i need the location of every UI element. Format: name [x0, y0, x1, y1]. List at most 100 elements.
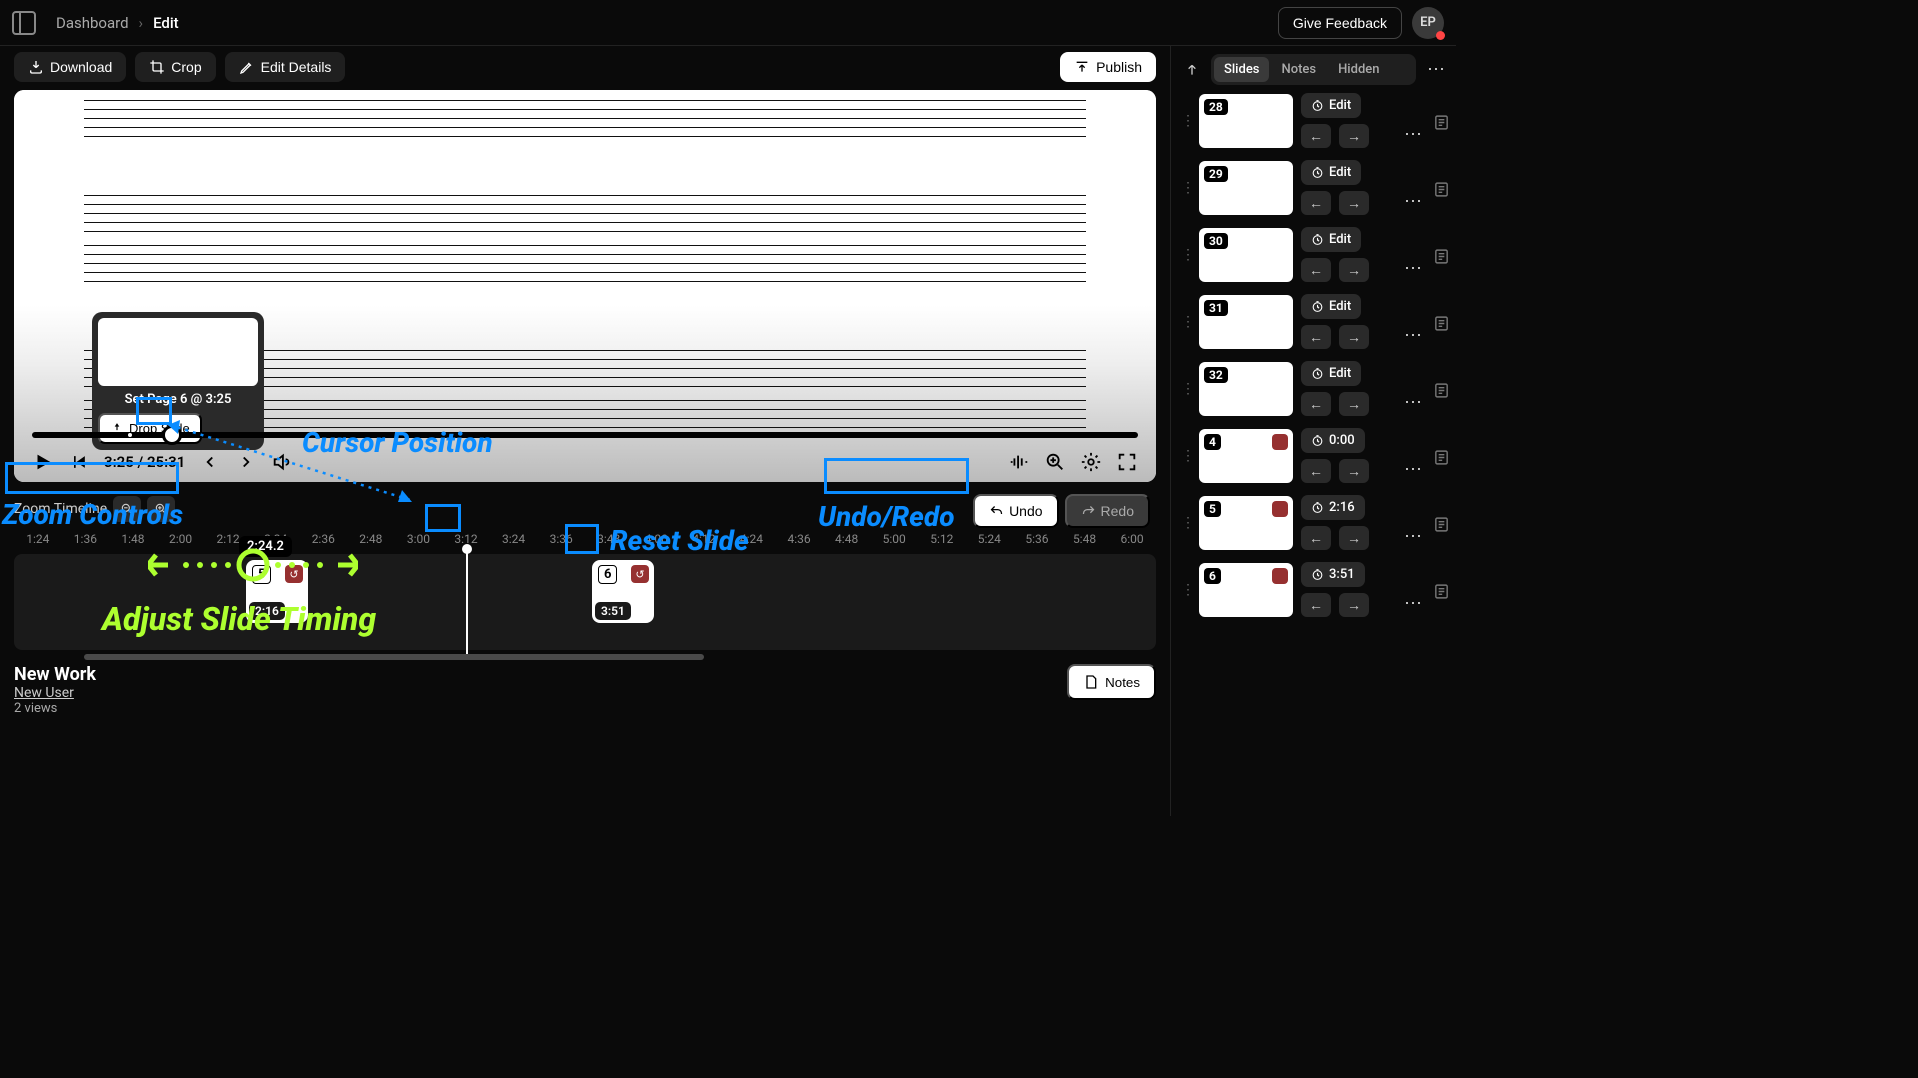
slide-more-button[interactable]: ⋯ [1404, 258, 1422, 282]
slide-number-badge: 6 [598, 565, 617, 584]
next-button[interactable] [235, 451, 257, 473]
note-icon[interactable] [1430, 244, 1452, 265]
zoom-in-button[interactable] [147, 496, 175, 522]
slide-prev-button[interactable]: ← [1301, 593, 1331, 617]
work-user-link[interactable]: New User [14, 685, 96, 701]
drop-slide-label: Set Page 6 @ 3:25 [98, 392, 258, 407]
note-icon[interactable] [1430, 177, 1452, 198]
fullscreen-icon[interactable] [1116, 451, 1138, 473]
slide-prev-button[interactable]: ← [1301, 325, 1331, 349]
tab-hidden[interactable]: Hidden [1328, 57, 1389, 82]
drag-handle-icon[interactable]: ⋮⋮ [1181, 582, 1191, 598]
drag-handle-icon[interactable]: ⋮⋮ [1181, 515, 1191, 531]
note-icon[interactable] [1430, 445, 1452, 466]
ruler-tick: 6:00 [1108, 532, 1156, 550]
play-button[interactable] [32, 451, 54, 473]
timeline-scrollbar[interactable] [84, 654, 704, 660]
slide-next-button[interactable]: → [1339, 593, 1369, 617]
ruler-tick: 1:48 [109, 532, 157, 550]
drag-handle-icon[interactable]: ⋮⋮ [1181, 381, 1191, 397]
scroll-up-button[interactable] [1181, 59, 1203, 81]
progress-bar[interactable] [32, 432, 1138, 438]
slide-more-button[interactable]: ⋯ [1404, 392, 1422, 416]
slide-prev-button[interactable]: ← [1301, 526, 1331, 550]
slide-edit-button[interactable]: Edit [1301, 294, 1361, 319]
tab-slides[interactable]: Slides [1214, 57, 1269, 82]
slide-next-button[interactable]: → [1339, 526, 1369, 550]
slide-next-button[interactable]: → [1339, 392, 1369, 416]
slide-thumbnail[interactable]: 6 [1199, 563, 1293, 617]
reset-slide-button[interactable]: ↺ [285, 565, 303, 583]
slide-next-button[interactable]: → [1339, 459, 1369, 483]
edit-details-button[interactable]: Edit Details [225, 52, 346, 82]
drag-handle-icon[interactable]: ⋮⋮ [1181, 448, 1191, 464]
zoom-out-button[interactable] [113, 496, 141, 522]
slide-edit-button[interactable]: Edit [1301, 160, 1361, 185]
slide-more-button[interactable]: ⋯ [1404, 593, 1422, 617]
timeline-cursor[interactable] [466, 548, 468, 660]
slide-more-button[interactable]: ⋯ [1404, 459, 1422, 483]
user-avatar[interactable]: EP [1412, 7, 1444, 39]
slide-next-button[interactable]: → [1339, 191, 1369, 215]
slide-thumbnail[interactable]: 28 [1199, 94, 1293, 148]
note-icon[interactable] [1430, 579, 1452, 600]
slide-more-button[interactable]: ⋯ [1404, 191, 1422, 215]
slide-prev-button[interactable]: ← [1301, 124, 1331, 148]
drag-handle-icon[interactable]: ⋮⋮ [1181, 113, 1191, 129]
panel-toggle-icon[interactable] [12, 11, 36, 35]
ruler-tick: 1:36 [62, 532, 110, 550]
give-feedback-button[interactable]: Give Feedback [1278, 7, 1402, 39]
redo-button[interactable]: Redo [1065, 494, 1150, 528]
breadcrumb-root[interactable]: Dashboard [56, 14, 129, 32]
drag-handle-icon[interactable]: ⋮⋮ [1181, 180, 1191, 196]
slide-edit-button[interactable]: 2:16 [1301, 495, 1365, 520]
slide-thumbnail[interactable]: 5 [1199, 496, 1293, 550]
note-icon[interactable] [1430, 378, 1452, 399]
skip-start-button[interactable] [68, 451, 90, 473]
crop-icon [149, 59, 165, 75]
prev-button[interactable] [199, 451, 221, 473]
reset-slide-button[interactable]: ↺ [631, 565, 649, 583]
slide-prev-button[interactable]: ← [1301, 258, 1331, 282]
slide-thumbnail[interactable]: 4 [1199, 429, 1293, 483]
download-button[interactable]: Download [14, 52, 126, 82]
slide-more-button[interactable]: ⋯ [1404, 526, 1422, 550]
notes-button[interactable]: Notes [1067, 664, 1156, 700]
slide-edit-button[interactable]: Edit [1301, 93, 1361, 118]
settings-icon[interactable] [1080, 451, 1102, 473]
slide-thumbnail[interactable]: 30 [1199, 228, 1293, 282]
panel-more-button[interactable]: ⋯ [1424, 59, 1448, 80]
volume-button[interactable] [271, 451, 293, 473]
timeline-slide[interactable]: 6 ↺ 3:51 [592, 560, 654, 623]
note-icon[interactable] [1430, 512, 1452, 533]
crop-button[interactable]: Crop [135, 52, 215, 82]
tab-notes[interactable]: Notes [1271, 57, 1326, 82]
slide-edit-button[interactable]: 0:00 [1301, 428, 1365, 453]
slide-edit-button[interactable]: 3:51 [1301, 562, 1365, 587]
waveform-icon[interactable] [1008, 451, 1030, 473]
slide-thumbnail[interactable]: 29 [1199, 161, 1293, 215]
undo-button[interactable]: Undo [973, 494, 1058, 528]
slide-prev-button[interactable]: ← [1301, 392, 1331, 416]
drop-slide-button[interactable]: Drop Slide [98, 413, 202, 444]
slide-thumbnail[interactable]: 31 [1199, 295, 1293, 349]
note-icon[interactable] [1430, 110, 1452, 131]
slide-more-button[interactable]: ⋯ [1404, 124, 1422, 148]
slide-next-button[interactable]: → [1339, 258, 1369, 282]
chevron-right-icon: › [139, 14, 144, 32]
slide-prev-button[interactable]: ← [1301, 191, 1331, 215]
zoom-icon[interactable] [1044, 451, 1066, 473]
drag-handle-icon[interactable]: ⋮⋮ [1181, 314, 1191, 330]
note-icon[interactable] [1430, 311, 1452, 332]
slide-prev-button[interactable]: ← [1301, 459, 1331, 483]
slide-thumbnail[interactable]: 32 [1199, 362, 1293, 416]
publish-button[interactable]: Publish [1060, 52, 1156, 82]
drag-handle-icon[interactable]: ⋮⋮ [1181, 247, 1191, 263]
slide-more-button[interactable]: ⋯ [1404, 325, 1422, 349]
slide-edit-button[interactable]: Edit [1301, 227, 1361, 252]
slide-next-button[interactable]: → [1339, 124, 1369, 148]
slide-next-button[interactable]: → [1339, 325, 1369, 349]
slide-edit-button[interactable]: Edit [1301, 361, 1361, 386]
timeline-slide[interactable]: 5 ↺ 2:16 [246, 560, 308, 623]
timeline-tracks[interactable]: 2:24.2 5 ↺ 2:16 6 ↺ 3:51 [14, 554, 1156, 650]
